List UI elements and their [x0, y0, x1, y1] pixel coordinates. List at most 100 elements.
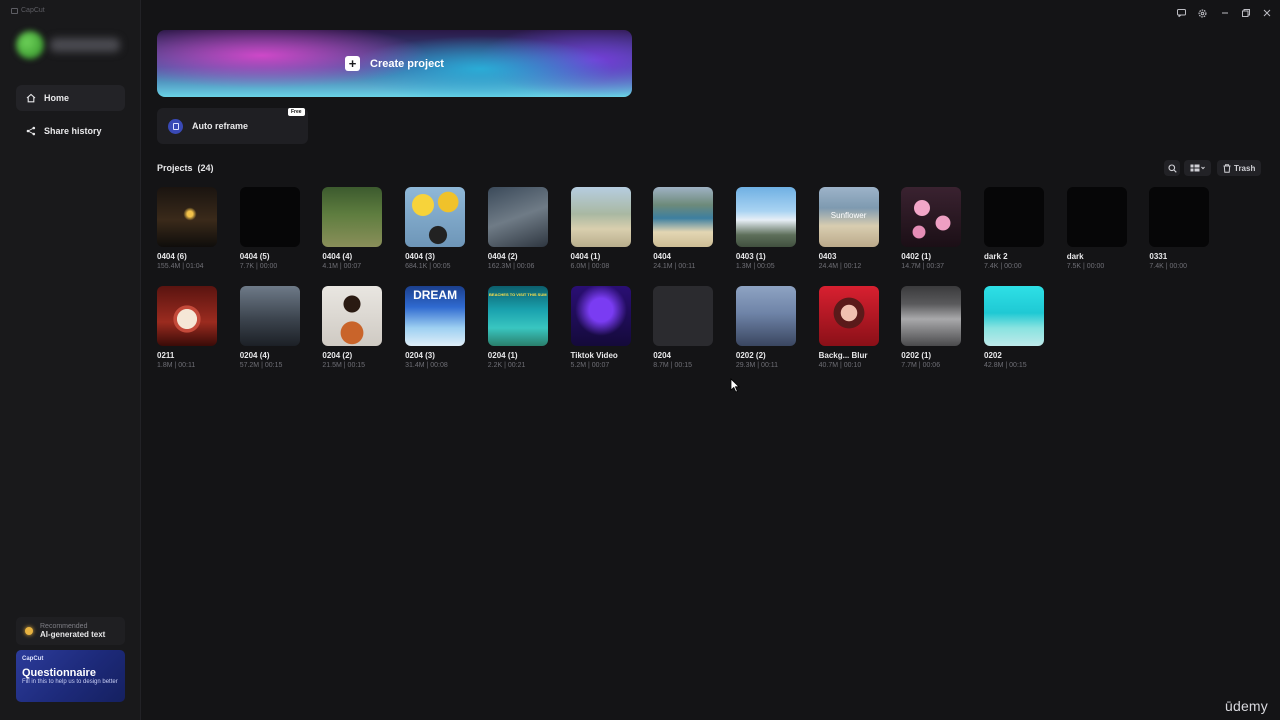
project-thumbnail[interactable] — [322, 187, 383, 247]
project-thumbnail[interactable] — [653, 286, 714, 346]
project-meta: 24.1M | 00:11 — [653, 263, 696, 270]
project-meta: 2.2K | 00:21 — [487, 362, 526, 369]
project-thumbnail[interactable] — [1149, 187, 1210, 247]
project-thumbnail[interactable] — [901, 286, 962, 346]
project-card[interactable]: 0204 8.7M | 00:15 — [653, 286, 714, 369]
project-name: 0403 — [818, 252, 837, 261]
project-thumbnail[interactable] — [653, 187, 714, 247]
close-icon[interactable] — [1260, 6, 1274, 20]
projects-count: (24) — [197, 163, 214, 173]
project-thumbnail[interactable] — [570, 286, 631, 346]
settings-gear-icon[interactable] — [1195, 6, 1209, 20]
project-card[interactable]: 0202 (1) 7.7M | 00:06 — [901, 286, 962, 369]
project-thumbnail[interactable] — [157, 286, 217, 346]
auto-reframe-button[interactable]: Auto reframe — [157, 108, 308, 144]
project-meta: 1.3M | 00:05 — [735, 263, 775, 270]
trash-button[interactable]: Trash — [1217, 160, 1262, 176]
recommended-ai-text[interactable]: Recommended AI-generated text — [16, 617, 125, 645]
project-thumbnail[interactable]: BEACHES TO VISIT THIS SUM — [487, 286, 548, 346]
app-title-text: CapCut — [21, 7, 45, 14]
project-meta: 162.3M | 00:06 — [487, 263, 535, 270]
project-name: 0404 (6) — [157, 252, 187, 261]
project-thumbnail[interactable] — [157, 187, 217, 247]
project-name: 0202 (1) — [901, 351, 932, 360]
project-card[interactable]: 0204 (4) 57.2M | 00:15 — [239, 286, 300, 369]
sidebar: CapCut Home Share history Recommended AI… — [0, 0, 141, 720]
project-meta: 7.4K | 00:00 — [984, 263, 1022, 270]
project-thumbnail[interactable]: DREAM — [405, 286, 466, 346]
project-card[interactable]: Backg... Blur 40.7M | 00:10 — [818, 286, 879, 369]
project-name: 0211 — [157, 351, 175, 360]
project-card[interactable]: Sunflower 0403 24.4M | 00:12 — [818, 187, 879, 270]
sidebar-item-label: Home — [44, 93, 70, 103]
create-project-label: Create project — [370, 57, 444, 70]
search-button[interactable] — [1164, 160, 1180, 176]
project-thumbnail[interactable] — [570, 187, 631, 247]
project-card[interactable]: BEACHES TO VISIT THIS SUM 0204 (1) 2.2K | … — [487, 286, 548, 369]
user-profile[interactable] — [16, 30, 124, 60]
project-card[interactable]: Tiktok Video 5.2M | 00:07 — [570, 286, 631, 369]
project-thumbnail[interactable]: Sunflower — [818, 187, 879, 247]
project-card[interactable]: 0202 42.8M | 00:15 — [984, 286, 1044, 369]
project-meta: 57.2M | 00:15 — [239, 362, 283, 369]
project-thumbnail[interactable] — [818, 286, 879, 346]
reframe-icon — [168, 118, 183, 134]
project-meta: 40.7M | 00:10 — [818, 362, 862, 369]
trash-icon — [1223, 163, 1231, 173]
project-thumbnail[interactable] — [405, 187, 466, 247]
project-thumbnail[interactable] — [735, 286, 796, 346]
project-card[interactable]: 0404 (5) 7.7K | 00:00 — [239, 187, 300, 270]
project-card[interactable]: DREAM 0204 (3) 31.4M | 00:08 — [405, 286, 466, 369]
project-meta: 6.0M | 00:08 — [570, 263, 610, 270]
free-badge: Free — [288, 108, 305, 116]
project-meta: 1.8M | 00:11 — [157, 362, 196, 369]
project-card[interactable]: 0331 7.4K | 00:00 — [1149, 187, 1210, 270]
auto-reframe-label: Auto reframe — [192, 121, 249, 131]
project-card[interactable]: 0202 (2) 29.3M | 00:11 — [735, 286, 796, 369]
project-meta: 31.4M | 00:08 — [405, 362, 448, 369]
plus-icon: + — [345, 56, 360, 71]
project-meta: 684.1K | 00:05 — [405, 263, 451, 270]
sidebar-item-share-history[interactable]: Share history — [16, 118, 125, 144]
capcut-logo-icon — [11, 7, 18, 14]
project-thumbnail[interactable] — [239, 187, 300, 247]
project-card[interactable]: 0404 (1) 6.0M | 00:08 — [570, 187, 631, 270]
minimize-icon[interactable] — [1218, 6, 1232, 20]
project-card[interactable]: 0404 (2) 162.3M | 00:06 — [487, 187, 548, 270]
create-project-button[interactable]: + Create project — [157, 30, 632, 97]
project-thumbnail[interactable] — [984, 187, 1044, 247]
project-name: 0202 (2) — [735, 351, 766, 360]
project-thumbnail[interactable] — [984, 286, 1044, 346]
project-card[interactable]: 0404 (4) 4.1M | 00:07 — [322, 187, 383, 270]
questionnaire-card[interactable]: CapCut Questionnaire Fill in this to hel… — [16, 650, 125, 702]
project-thumbnail[interactable] — [322, 286, 383, 346]
project-card[interactable]: 0403 (1) 1.3M | 00:05 — [735, 187, 796, 270]
project-card[interactable]: 0211 1.8M | 00:11 — [157, 286, 217, 369]
view-toggle-button[interactable] — [1184, 160, 1211, 176]
project-card[interactable]: dark 7.5K | 00:00 — [1066, 187, 1127, 270]
project-card[interactable]: 0404 (3) 684.1K | 00:05 — [405, 187, 466, 270]
project-thumbnail[interactable] — [735, 187, 796, 247]
project-card[interactable]: 0404 (6) 155.4M | 01:04 — [157, 187, 217, 270]
avatar[interactable] — [16, 31, 44, 59]
project-card[interactable]: 0404 24.1M | 00:11 — [653, 187, 714, 270]
project-thumbnail[interactable] — [239, 286, 300, 346]
project-card[interactable]: dark 2 7.4K | 00:00 — [984, 187, 1044, 270]
project-name: 0404 — [653, 252, 671, 261]
project-name: 0402 (1) — [901, 252, 932, 261]
project-meta: 5.2M | 00:07 — [570, 362, 610, 369]
project-name: 0204 (2) — [322, 351, 353, 360]
project-thumbnail[interactable] — [487, 187, 548, 247]
project-thumbnail[interactable] — [1066, 187, 1127, 247]
restore-icon[interactable] — [1239, 6, 1253, 20]
project-meta: 14.7M | 00:37 — [901, 263, 944, 270]
sidebar-item-home[interactable]: Home — [16, 85, 125, 111]
project-card[interactable]: 0204 (2) 21.5M | 00:15 — [322, 286, 383, 369]
feedback-icon[interactable] — [1174, 6, 1188, 20]
project-thumbnail[interactable] — [901, 187, 962, 247]
projects-title-text: Projects — [157, 163, 193, 173]
promo-description: Fill in this to help us to design better — [22, 679, 118, 685]
project-card[interactable]: 0402 (1) 14.7M | 00:37 — [901, 187, 962, 270]
project-meta: 4.1M | 00:07 — [322, 263, 362, 270]
project-name: dark 2 — [984, 252, 1008, 261]
